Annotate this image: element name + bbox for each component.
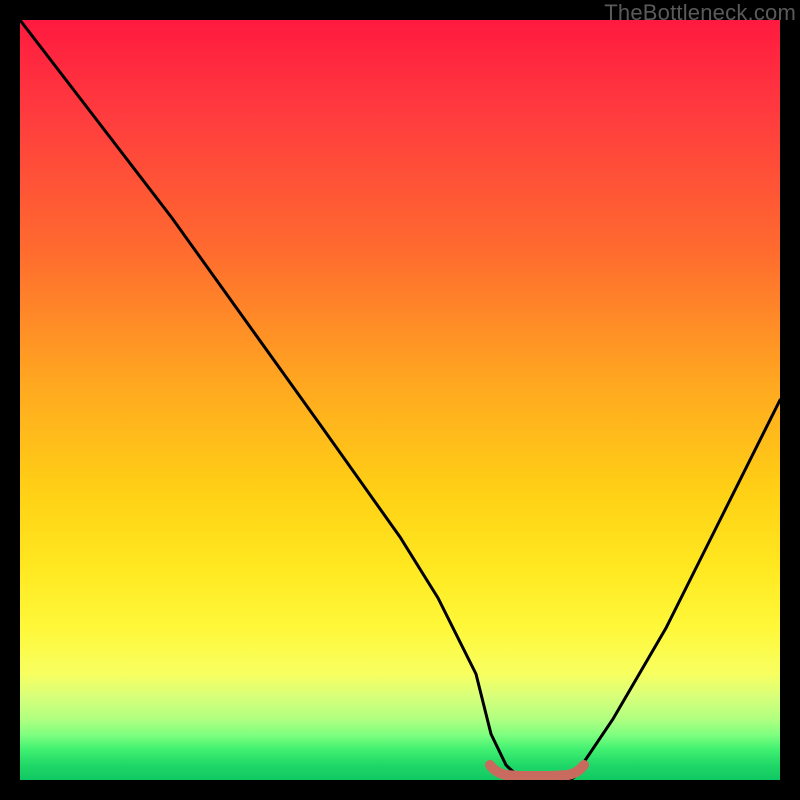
chart-frame: TheBottleneck.com (0, 0, 800, 800)
watermark-text: TheBottleneck.com (604, 0, 796, 26)
chart-svg (20, 20, 780, 780)
optimal-marker (490, 765, 584, 776)
chart-plot-area (20, 20, 780, 780)
bottleneck-curve (20, 20, 780, 780)
